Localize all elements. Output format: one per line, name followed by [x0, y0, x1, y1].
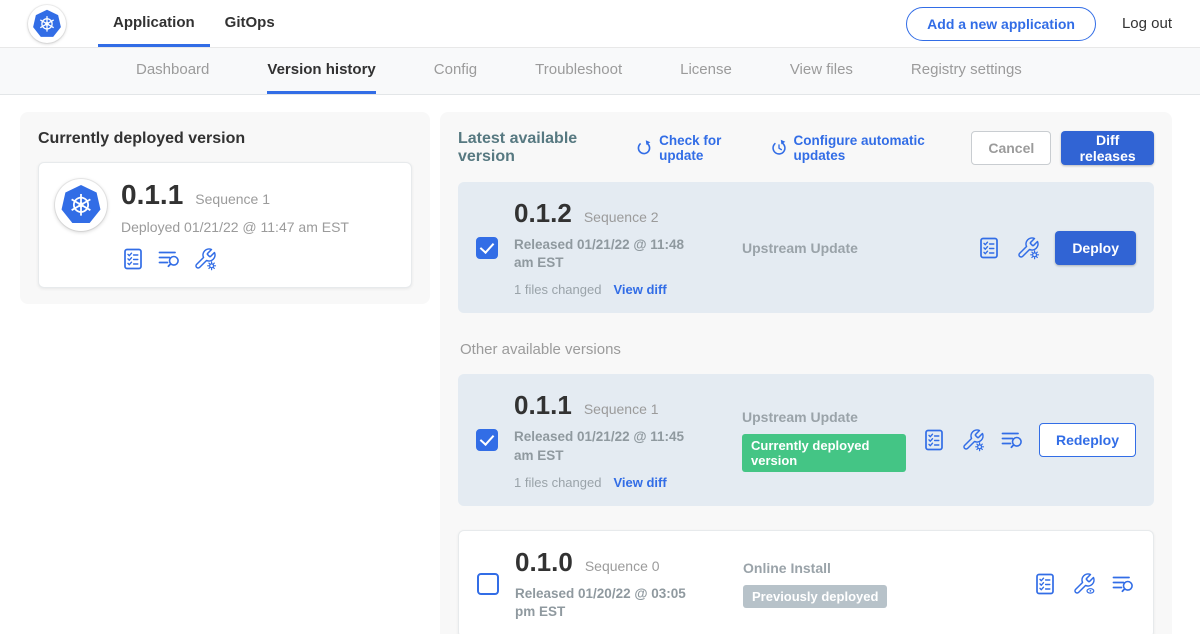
release-notes-icon[interactable] — [977, 236, 1001, 260]
previously-deployed-badge: Previously deployed — [743, 585, 887, 608]
release-notes-icon[interactable] — [121, 247, 145, 271]
version-row-0-1-0: 0.1.0 Sequence 0 Released 01/20/22 @ 03:… — [458, 530, 1154, 634]
version-number: 0.1.0 — [515, 547, 573, 578]
deploy-button[interactable]: Deploy — [1055, 231, 1136, 265]
app-kubernetes-logo — [55, 179, 107, 231]
available-versions-panel: Latest available version Check for updat… — [440, 112, 1172, 634]
top-nav: Application GitOps Add a new application… — [0, 0, 1200, 48]
version-number: 0.1.2 — [514, 198, 572, 229]
check-for-update-link[interactable]: Check for update — [635, 133, 753, 163]
edit-config-icon[interactable] — [961, 428, 985, 452]
sequence-label: Sequence 0 — [585, 558, 660, 574]
version-number: 0.1.1 — [514, 390, 572, 421]
deployed-version-number: 0.1.1 — [121, 179, 183, 211]
version-source: Online Install — [743, 560, 1017, 576]
main-content: Currently deployed version 0.1.1 — [0, 95, 1200, 634]
configure-automatic-updates-link[interactable]: Configure automatic updates — [770, 133, 956, 163]
released-timestamp: Released 01/20/22 @ 03:05 pm EST — [515, 585, 707, 621]
deployed-panel-title: Currently deployed version — [38, 130, 412, 148]
refresh-icon — [635, 139, 653, 157]
deploy-logs-icon[interactable] — [1000, 428, 1024, 452]
subnav-view-files[interactable]: View files — [790, 48, 853, 94]
configure-automatic-updates-label: Configure automatic updates — [794, 133, 956, 163]
version-row-0-1-2: 0.1.2 Sequence 2 Released 01/21/22 @ 11:… — [458, 182, 1154, 313]
deployed-sequence-label: Sequence 1 — [195, 191, 270, 207]
subnav-version-history[interactable]: Version history — [267, 48, 375, 94]
currently-deployed-badge: Currently deployed version — [742, 434, 906, 472]
kubernetes-logo — [28, 5, 66, 43]
subnav-license[interactable]: License — [680, 48, 732, 94]
edit-config-icon[interactable] — [193, 247, 217, 271]
sequence-label: Sequence 1 — [584, 401, 659, 417]
tab-application[interactable]: Application — [98, 0, 210, 47]
check-for-update-label: Check for update — [659, 133, 753, 163]
version-checkbox[interactable] — [476, 429, 498, 451]
deploy-logs-icon[interactable] — [157, 247, 181, 271]
diff-releases-button[interactable]: Diff releases — [1061, 131, 1154, 165]
view-config-icon[interactable] — [1072, 572, 1096, 596]
files-changed-label: 1 files changed — [514, 475, 601, 490]
view-diff-link[interactable]: View diff — [613, 475, 666, 490]
files-changed-label: 1 files changed — [514, 282, 601, 297]
version-checkbox[interactable] — [476, 237, 498, 259]
release-notes-icon[interactable] — [1033, 572, 1057, 596]
view-diff-link[interactable]: View diff — [613, 282, 666, 297]
subnav-troubleshoot[interactable]: Troubleshoot — [535, 48, 622, 94]
subnav-config[interactable]: Config — [434, 48, 477, 94]
add-application-button[interactable]: Add a new application — [906, 7, 1096, 41]
redeploy-button[interactable]: Redeploy — [1039, 423, 1136, 457]
cancel-button[interactable]: Cancel — [971, 131, 1051, 165]
tab-gitops[interactable]: GitOps — [210, 0, 290, 47]
currently-deployed-panel: Currently deployed version 0.1.1 — [20, 112, 430, 304]
released-timestamp: Released 01/21/22 @ 11:48 am EST — [514, 236, 706, 272]
deployed-timestamp: Deployed 01/21/22 @ 11:47 am EST — [121, 219, 349, 235]
version-row-0-1-1: 0.1.1 Sequence 1 Released 01/21/22 @ 11:… — [458, 374, 1154, 505]
release-notes-icon[interactable] — [922, 428, 946, 452]
deployed-version-card: 0.1.1 Sequence 1 Deployed 01/21/22 @ 11:… — [38, 162, 412, 288]
edit-config-icon[interactable] — [1016, 236, 1040, 260]
sequence-label: Sequence 2 — [584, 209, 659, 225]
version-source: Upstream Update — [742, 409, 906, 425]
subnav-dashboard[interactable]: Dashboard — [136, 48, 209, 94]
deploy-logs-icon[interactable] — [1111, 572, 1135, 596]
other-available-versions-title: Other available versions — [460, 341, 1154, 358]
version-source: Upstream Update — [742, 240, 961, 256]
version-checkbox[interactable] — [477, 573, 499, 595]
app-sub-nav: Dashboard Version history Config Trouble… — [0, 48, 1200, 95]
auto-update-icon — [770, 139, 788, 157]
subnav-registry-settings[interactable]: Registry settings — [911, 48, 1022, 94]
latest-available-title: Latest available version — [458, 130, 617, 166]
logout-link[interactable]: Log out — [1122, 15, 1172, 32]
released-timestamp: Released 01/21/22 @ 11:45 am EST — [514, 428, 706, 464]
